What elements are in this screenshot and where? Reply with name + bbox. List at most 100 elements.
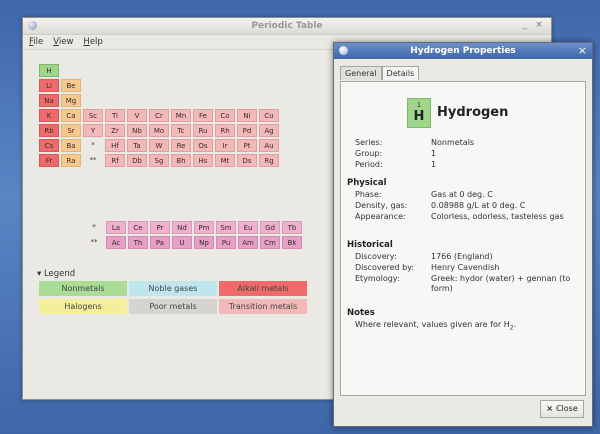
element-cell[interactable]: Sm [216,221,236,234]
element-cell[interactable]: Tb [282,221,302,234]
series-label: Series: [355,138,383,147]
element-cell[interactable]: Mn [171,109,191,122]
element-cell[interactable]: La [106,221,126,234]
element-cell[interactable]: Cu [259,109,279,122]
close-button-icon: × [546,404,553,413]
menu-help[interactable]: Help [83,37,102,47]
period-value: 1 [431,160,437,169]
element-cell[interactable]: Rb [39,124,59,137]
element-cell[interactable]: Ru [193,124,213,137]
tab-details[interactable]: Details [381,66,420,80]
element-cell[interactable]: Ag [259,124,279,137]
element-cell[interactable]: Os [193,139,213,152]
element-cell[interactable]: Pr [150,221,170,234]
group-label: Group: [355,149,383,158]
element-cell[interactable]: Fe [193,109,213,122]
element-cell[interactable]: Hs [193,154,213,167]
element-tile: 1 H [407,98,431,128]
element-cell[interactable]: Cr [149,109,169,122]
density-value: 0.08988 g/L at 0 deg. C [431,201,526,210]
element-cell[interactable]: Y [83,124,103,137]
element-cell[interactable]: Tc [171,124,191,137]
element-cell[interactable]: Sr [61,124,81,137]
element-cell[interactable]: Ce [128,221,148,234]
element-cell[interactable]: Ir [215,139,235,152]
legend-item: Noble gases [129,281,217,296]
dialog-titlebar[interactable]: Hydrogen Properties × [334,43,592,59]
element-cell[interactable]: H [39,64,59,77]
element-cell[interactable]: Eu [238,221,258,234]
element-cell[interactable]: Th [128,236,148,249]
element-cell[interactable]: Fr [39,154,59,167]
element-cell[interactable]: Ds [237,154,257,167]
discovery-value: 1766 (England) [431,252,493,261]
element-cell[interactable]: Sg [149,154,169,167]
element-cell[interactable]: Pu [216,236,236,249]
element-cell[interactable]: Mg [61,94,81,107]
element-cell[interactable]: Pa [150,236,170,249]
element-cell[interactable]: Au [259,139,279,152]
element-cell[interactable]: Pt [237,139,257,152]
close-icon[interactable]: × [533,20,545,31]
element-cell[interactable]: Rh [215,124,235,137]
legend-heading: Legend [43,269,76,279]
details-panel: 1 H Hydrogen Series: Nonmetals Group: 1 … [340,81,586,396]
element-cell[interactable]: Rg [259,154,279,167]
period-label: Period: [355,160,383,169]
notes-end: . [513,320,517,329]
element-cell[interactable]: Be [61,79,81,92]
element-cell[interactable]: Ti [105,109,125,122]
etymology-value: Greek: hydor (water) + gennan (to form) [431,274,571,293]
element-cell[interactable]: Ni [237,109,257,122]
element-cell[interactable]: Bk [282,236,302,249]
minimize-icon[interactable]: _ [519,20,531,31]
element-cell[interactable]: Mo [149,124,169,137]
element-cell[interactable]: V [127,109,147,122]
series-marker: ** [89,156,97,164]
element-cell[interactable]: Co [215,109,235,122]
dialog-title: Hydrogen Properties [410,46,516,56]
element-cell[interactable]: Ca [61,109,81,122]
main-titlebar[interactable]: Periodic Table _ × [23,18,551,35]
phase-label: Phase: [355,190,382,199]
element-cell[interactable]: Rf [105,154,125,167]
discovered-by-value: Henry Cavendish [431,263,500,272]
element-cell[interactable]: Mt [215,154,235,167]
element-cell[interactable]: Pd [237,124,257,137]
menu-view[interactable]: View [53,37,73,47]
element-cell[interactable]: U [172,236,192,249]
tab-general[interactable]: General [340,66,382,80]
element-cell[interactable]: Hf [105,139,125,152]
element-cell[interactable]: Bh [171,154,191,167]
element-cell[interactable]: Am [238,236,258,249]
element-cell[interactable]: Cm [260,236,280,249]
element-cell[interactable]: Ra [61,154,81,167]
element-cell[interactable]: W [149,139,169,152]
element-cell[interactable]: Li [39,79,59,92]
menu-file[interactable]: File [29,37,43,47]
element-cell[interactable]: Pm [194,221,214,234]
element-cell[interactable]: Ba [61,139,81,152]
element-cell[interactable]: Sc [83,109,103,122]
element-cell[interactable]: Ta [127,139,147,152]
dialog-close-icon[interactable]: × [578,44,587,57]
tab-bar: General Details [340,66,420,80]
element-cell[interactable]: Ac [106,236,126,249]
element-cell[interactable]: Cs [39,139,59,152]
element-cell[interactable]: Nb [127,124,147,137]
legend: Nonmetals Noble gases Alkali metals Halogen… [39,281,307,314]
element-cell[interactable]: Re [171,139,191,152]
appearance-value: Colorless, odorless, tasteless gas [431,212,564,221]
physical-heading: Physical [347,178,387,188]
element-cell[interactable]: Na [39,94,59,107]
element-symbol: H [413,109,425,124]
element-cell[interactable]: K [39,109,59,122]
close-button[interactable]: × Close [540,400,584,418]
element-cell[interactable]: Np [194,236,214,249]
element-cell[interactable]: Zr [105,124,125,137]
legend-toggle[interactable]: ▾ Legend [37,269,75,279]
group-value: 1 [431,149,437,158]
element-cell[interactable]: Nd [172,221,192,234]
element-cell[interactable]: Gd [260,221,280,234]
element-cell[interactable]: Db [127,154,147,167]
